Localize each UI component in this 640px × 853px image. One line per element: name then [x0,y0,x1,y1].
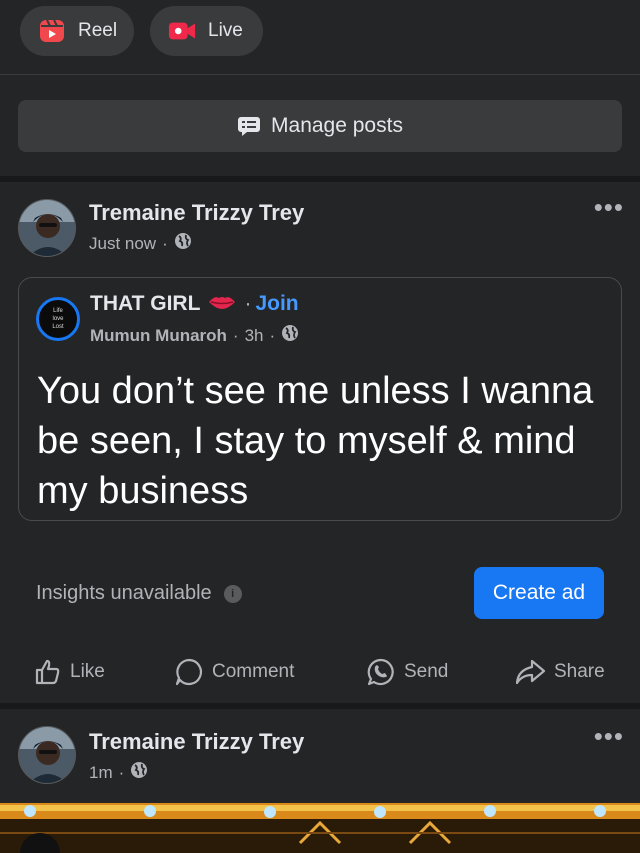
comment-bubble-icon [174,657,204,687]
post-media-preview[interactable] [0,803,640,853]
like-button[interactable]: Like [34,647,105,697]
shared-poster[interactable]: Mumun Munaroh [90,326,227,346]
share-button[interactable]: Share [514,647,605,697]
live-video-icon [168,17,196,45]
group-avatar-text-3: Lost [52,324,64,330]
manage-posts-button[interactable]: Manage posts [18,100,622,152]
create-ad-button[interactable]: Create ad [474,567,604,619]
group-avatar-text-2: love [52,316,64,322]
post-time[interactable]: 1m [89,763,113,783]
avatar[interactable] [18,726,76,784]
shared-time[interactable]: 3h [245,326,264,346]
comment-label: Comment [212,661,295,682]
reel-icon [38,17,66,45]
globe-icon[interactable] [174,232,192,255]
group-avatar[interactable]: Life love Lost [36,297,80,341]
meta-separator: · [269,325,276,345]
message-list-icon [237,114,261,138]
post-author[interactable]: Tremaine Trizzy Trey [89,200,304,226]
insights-status: Insights unavailable i [36,582,242,605]
shared-post-text: You don’t see me unless I wanna be seen,… [37,370,594,512]
post-meta: 1m · [89,761,148,784]
group-header: THAT GIRL · Join [90,292,299,316]
send-button[interactable]: Send [366,647,448,697]
post-meta: Just now · [89,232,192,255]
info-icon[interactable]: i [223,584,242,603]
join-separator: · [244,292,252,315]
share-arrow-icon [514,658,546,686]
reel-button[interactable]: Reel [20,6,134,56]
manage-posts-section: Manage posts [0,76,640,176]
like-label: Like [70,661,105,682]
globe-icon [281,324,299,347]
post-actions: Like Comment Send Share [0,647,640,697]
shared-meta: Mumun Munaroh · 3h · [90,324,299,347]
meta-separator: · [232,325,239,345]
live-label: Live [208,20,243,41]
meta-separator: · [162,233,168,253]
comment-button[interactable]: Comment [174,647,294,697]
shared-post[interactable]: Life love Lost THAT GIRL · Join Mumun Mu… [18,277,622,521]
group-name[interactable]: THAT GIRL [90,292,200,316]
post-time[interactable]: Just now [89,234,156,254]
meta-separator: · [118,762,125,782]
avatar[interactable] [18,199,76,257]
messenger-icon [366,657,396,687]
post-author[interactable]: Tremaine Trizzy Trey [89,729,304,755]
globe-icon[interactable] [130,761,148,784]
thumbs-up-icon [34,658,62,686]
group-avatar-text-1: Life [53,308,63,314]
more-dots-icon[interactable]: ••• [594,192,624,223]
join-link[interactable]: Join [255,292,298,316]
post-card: Tremaine Trizzy Trey Just now · ••• Life… [0,182,640,703]
lips-icon [208,292,236,316]
create-chips-row: Reel Live [0,0,640,75]
share-label: Share [554,661,605,682]
manage-posts-label: Manage posts [271,114,403,137]
more-dots-icon[interactable]: ••• [594,721,624,752]
live-button[interactable]: Live [150,6,263,56]
reel-label: Reel [78,20,118,41]
insights-label: Insights unavailable [36,582,212,604]
send-label: Send [404,661,449,682]
